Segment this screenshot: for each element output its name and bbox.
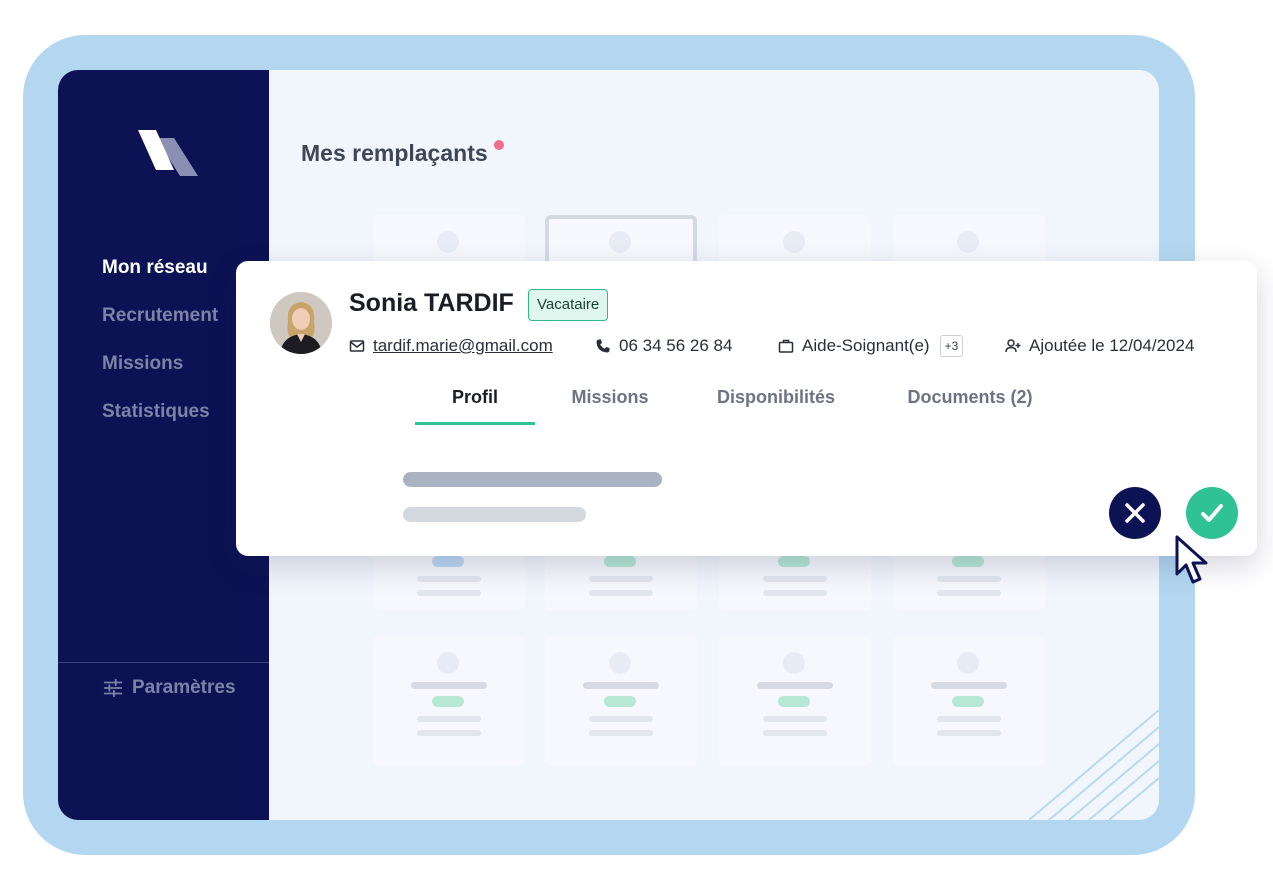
- accept-button[interactable]: [1186, 487, 1238, 539]
- added-date: Ajoutée le 12/04/2024: [1029, 336, 1195, 355]
- logo-icon: [138, 130, 198, 176]
- phone-row: 06 34 56 26 84: [595, 334, 732, 358]
- candidate-card[interactable]: [719, 636, 871, 766]
- settings-label: Paramètres: [132, 677, 236, 698]
- candidate-card[interactable]: [373, 636, 525, 766]
- candidate-card[interactable]: [893, 636, 1045, 766]
- page-title: Mes remplaçants: [301, 140, 488, 166]
- reject-button[interactable]: [1109, 487, 1161, 539]
- sidebar-item-statistiques[interactable]: Statistiques: [102, 394, 218, 442]
- briefcase-icon: [778, 339, 794, 353]
- candidate-avatar: [270, 292, 332, 354]
- tab-documents[interactable]: Documents (2): [885, 379, 1055, 425]
- email-link[interactable]: tardif.marie@gmail.com: [373, 336, 553, 356]
- role-row: Aide-Soignant(e) +3: [778, 334, 964, 358]
- candidate-detail-popup: Sonia TARDIF Vacataire tardif.marie@gmai…: [236, 261, 1257, 556]
- role-extra-count[interactable]: +3: [939, 335, 964, 357]
- decorative-stripes: [1029, 710, 1159, 820]
- tab-missions[interactable]: Missions: [551, 379, 669, 425]
- candidate-name: Sonia TARDIF: [349, 289, 514, 317]
- mail-icon: [349, 340, 365, 352]
- check-icon: [1201, 504, 1223, 522]
- added-row: Ajoutée le 12/04/2024: [1005, 334, 1194, 358]
- loading-placeholder-line: [403, 507, 586, 522]
- sidebar-item-parametres[interactable]: Paramètres: [102, 677, 236, 699]
- sidebar-item-mon-reseau[interactable]: Mon réseau: [102, 250, 218, 298]
- phone-number: 06 34 56 26 84: [619, 336, 733, 355]
- notification-dot: [494, 140, 504, 150]
- candidate-card[interactable]: [545, 636, 697, 766]
- tab-profil[interactable]: Profil: [415, 379, 535, 425]
- sidebar-divider: [58, 662, 269, 663]
- email-row: tardif.marie@gmail.com: [349, 334, 553, 358]
- main-nav: Mon réseau Recrutement Missions Statisti…: [102, 250, 218, 442]
- sliders-icon: [103, 678, 123, 698]
- mouse-pointer-icon: [1175, 535, 1208, 584]
- tab-disponibilites[interactable]: Disponibilités: [701, 379, 851, 425]
- user-add-icon: [1005, 339, 1021, 353]
- sidebar-item-missions[interactable]: Missions: [102, 346, 218, 394]
- role-label: Aide-Soignant(e): [802, 336, 930, 355]
- sidebar-item-recrutement[interactable]: Recrutement: [102, 298, 218, 346]
- status-badge: Vacataire: [528, 289, 609, 321]
- loading-placeholder-line: [403, 472, 662, 487]
- phone-icon: [596, 339, 610, 353]
- close-icon: [1125, 503, 1145, 523]
